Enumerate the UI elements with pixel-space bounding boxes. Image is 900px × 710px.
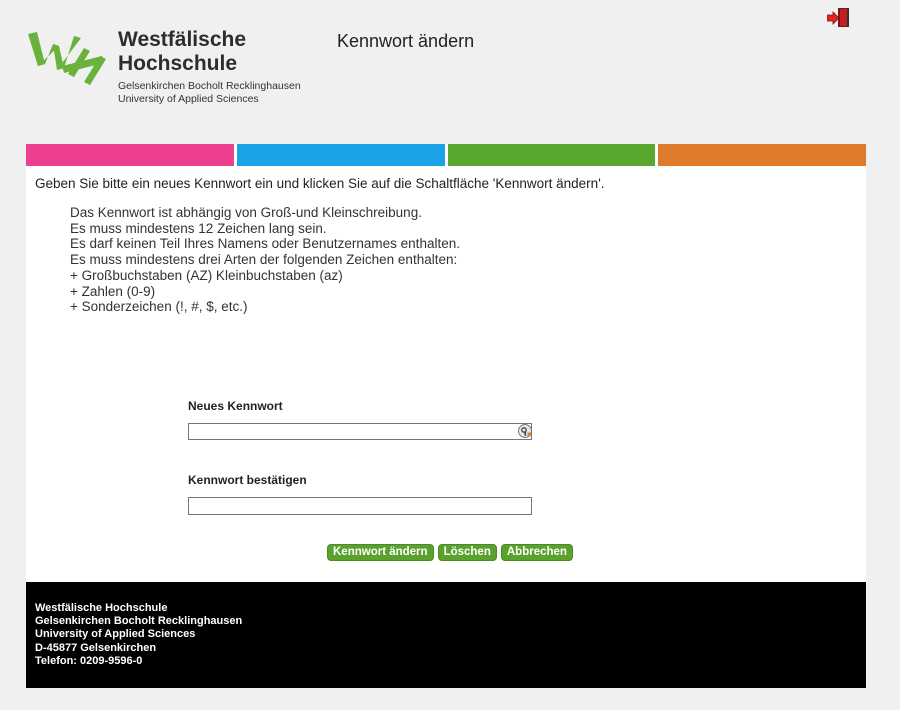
footer-phone: Telefon: 0209-9596-0 — [35, 654, 143, 667]
footer-institution: Westfälische Hochschule — [35, 602, 168, 614]
rule-special: + Sonderzeichen (!, #, $, etc.) — [70, 299, 248, 315]
logo-name-line2: Hochschule — [118, 52, 238, 75]
logo-name: Westfälische Hochschule — [118, 28, 246, 76]
clear-button[interactable]: Löschen — [437, 544, 497, 561]
footer-type: University of Applied Sciences — [35, 628, 196, 641]
new-password-label: Neues Kennwort — [188, 399, 283, 413]
rule-no-name: Es darf keinen Teil Ihres Namens oder Be… — [70, 236, 460, 252]
university-logo[interactable]: Westfälische Hochschule Gelsenkirchen Bo… — [28, 26, 308, 110]
confirm-password-label: Kennwort bestätigen — [188, 473, 307, 487]
stripe-green — [444, 144, 656, 166]
logo-name-line1: Westfälische — [118, 28, 246, 51]
rule-numbers: + Zahlen (0-9) — [70, 283, 156, 299]
logout-button[interactable] — [826, 8, 851, 28]
change-password-button[interactable]: Kennwort ändern — [327, 544, 434, 561]
footer-address: Westfälische Hochschule Gelsenkirchen Bo… — [35, 602, 242, 668]
intro-text: Geben Sie bitte ein neues Kennwort ein u… — [35, 176, 605, 191]
header: Westfälische Hochschule Gelsenkirchen Bo… — [0, 0, 900, 144]
stripe-blue — [233, 144, 445, 166]
wh-logo-mark-icon — [28, 32, 106, 85]
rule-letters: + Großbuchstaben (AZ) Kleinbuchstaben (a… — [70, 267, 343, 283]
confirm-password-input[interactable] — [188, 497, 532, 515]
rule-char-types: Es muss mindestens drei Arten der folgen… — [70, 252, 458, 268]
rule-min-length: Es muss mindestens 12 Zeichen lang sein. — [70, 220, 327, 236]
logo-subtitle: Gelsenkirchen Bocholt Recklinghausen Uni… — [118, 80, 301, 106]
stripe-orange — [655, 144, 866, 166]
password-manager-key-icon[interactable] — [518, 424, 532, 438]
password-rules: Das Kennwort ist abhängig von Groß-und K… — [70, 205, 460, 315]
main-content: Geben Sie bitte ein neues Kennwort ein u… — [26, 166, 866, 582]
logo-sub-line1: Gelsenkirchen Bocholt Recklinghausen — [118, 80, 301, 92]
cancel-button[interactable]: Abbrechen — [500, 544, 573, 561]
page-title: Kennwort ändern — [337, 31, 475, 51]
footer-locations: Gelsenkirchen Bocholt Recklinghausen — [35, 615, 243, 628]
form-actions: Kennwort ändern Löschen Abbrechen — [327, 544, 573, 561]
rule-case-sensitive: Das Kennwort ist abhängig von Groß-und K… — [70, 205, 422, 220]
new-password-input[interactable] — [188, 423, 532, 440]
logout-door-arrow-icon — [826, 8, 849, 27]
color-stripe — [26, 144, 866, 166]
logo-sub-line2: University of Applied Sciences — [118, 93, 259, 105]
footer: Westfälische Hochschule Gelsenkirchen Bo… — [26, 582, 866, 688]
footer-postal: D-45877 Gelsenkirchen — [35, 641, 157, 654]
stripe-pink — [26, 144, 234, 166]
